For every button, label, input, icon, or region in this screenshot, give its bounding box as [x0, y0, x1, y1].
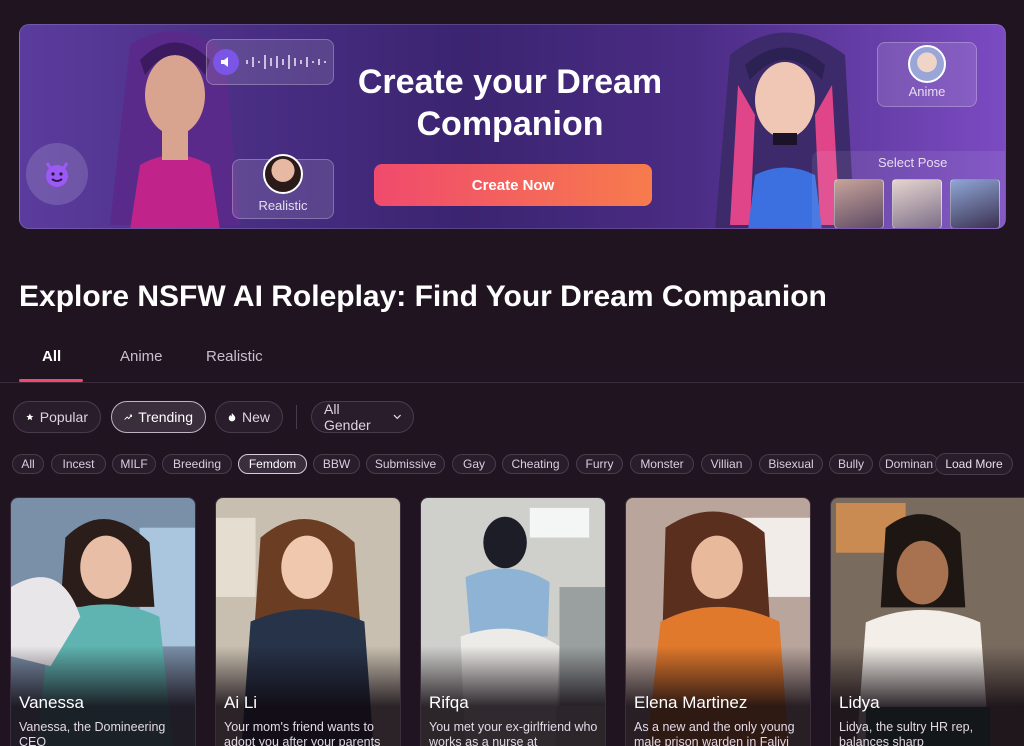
character-name: Lidya — [839, 693, 880, 712]
load-more-button[interactable]: Load More — [935, 453, 1013, 475]
trending-filter-button[interactable]: Trending — [111, 401, 206, 433]
tag-chip[interactable]: Monster — [630, 454, 694, 474]
trending-icon — [124, 414, 133, 420]
tag-chip[interactable]: Gay — [452, 454, 496, 474]
select-pose-panel: Select Pose — [812, 151, 1005, 228]
devil-face-badge — [26, 143, 88, 205]
category-tabs: All Anime Realistic — [0, 336, 1024, 383]
tab-realistic[interactable]: Realistic — [206, 348, 263, 365]
tab-anime[interactable]: Anime — [120, 348, 163, 365]
anime-label: Anime — [908, 84, 946, 99]
page-title: Explore NSFW AI Roleplay: Find Your Drea… — [19, 280, 827, 313]
character-card[interactable]: Lidya Lidya, the sultry HR rep, balances… — [830, 497, 1024, 746]
tag-chip[interactable]: Submissive — [366, 454, 445, 474]
popular-filter-button[interactable]: Popular — [13, 401, 101, 433]
active-tab-indicator — [19, 379, 83, 382]
tag-chip[interactable]: Incest — [51, 454, 106, 474]
trending-label: Trending — [138, 409, 193, 425]
tag-chip[interactable]: Bully — [829, 454, 873, 474]
character-description: You met your ex-girlfriend who works as … — [429, 720, 598, 746]
waveform-icon — [246, 55, 326, 69]
tag-chip[interactable]: All — [12, 454, 44, 474]
character-card[interactable]: Ai Li Your mom's friend wants to adopt y… — [215, 497, 401, 746]
tag-chip[interactable]: Furry — [576, 454, 623, 474]
pose-thumbnail[interactable] — [892, 179, 942, 228]
realistic-avatar — [263, 154, 303, 194]
tag-chip[interactable]: Breeding — [162, 454, 232, 474]
pose-thumbnail[interactable] — [834, 179, 884, 228]
tag-chip[interactable]: Villian — [701, 454, 752, 474]
character-name: Vanessa — [19, 693, 84, 712]
create-now-button[interactable]: Create Now — [374, 164, 652, 206]
tag-chip[interactable]: Bisexual — [759, 454, 823, 474]
tab-all[interactable]: All — [42, 348, 61, 365]
hero-banner: Realistic Create your Dream Companion Cr… — [19, 24, 1006, 229]
character-description: Lidya, the sultry HR rep, balances sharp — [839, 720, 974, 746]
character-description: Your mom's friend wants to adopt you aft… — [224, 720, 381, 746]
tag-chip-active[interactable]: Femdom — [238, 454, 307, 474]
voice-preview[interactable] — [206, 39, 334, 85]
speaker-icon — [213, 49, 239, 75]
devil-face-icon — [45, 162, 69, 187]
tag-chip[interactable]: BBW — [313, 454, 360, 474]
select-pose-label: Select Pose — [878, 155, 948, 170]
anime-style-card[interactable]: Anime — [877, 42, 977, 107]
gender-label: All Gender — [324, 401, 371, 433]
character-description: As a new and the only young male prison … — [634, 720, 795, 746]
new-label: New — [241, 409, 270, 425]
new-filter-button[interactable]: New — [215, 401, 283, 433]
fire-icon — [228, 413, 236, 422]
filter-divider — [296, 405, 297, 429]
star-icon — [26, 413, 34, 421]
pose-thumbnail[interactable] — [950, 179, 1000, 228]
tag-chip[interactable]: MILF — [112, 454, 156, 474]
character-name: Ai Li — [224, 693, 258, 712]
character-card[interactable]: Rifqa You met your ex-girlfriend who wor… — [420, 497, 606, 746]
tag-chip[interactable]: Cheating — [502, 454, 569, 474]
character-name: Elena Martinez — [634, 693, 748, 712]
chevron-down-icon — [393, 414, 401, 420]
gender-dropdown[interactable]: All Gender — [311, 401, 414, 433]
tag-filter-row: All Incest MILF Breeding Femdom BBW Subm… — [12, 454, 1024, 475]
realistic-style-card[interactable]: Realistic — [232, 154, 334, 219]
tag-chip[interactable]: Dominan — [879, 454, 939, 474]
character-name: Rifqa — [429, 693, 469, 712]
anime-avatar — [908, 45, 946, 83]
banner-title: Create your Dream Companion — [357, 63, 663, 143]
character-card[interactable]: Elena Martinez As a new and the only you… — [625, 497, 811, 746]
character-card[interactable]: Vanessa Vanessa, the Domineering CEO — [10, 497, 196, 746]
popular-label: Popular — [39, 409, 88, 425]
character-description: Vanessa, the Domineering CEO — [19, 720, 166, 746]
realistic-label: Realistic — [258, 198, 308, 213]
